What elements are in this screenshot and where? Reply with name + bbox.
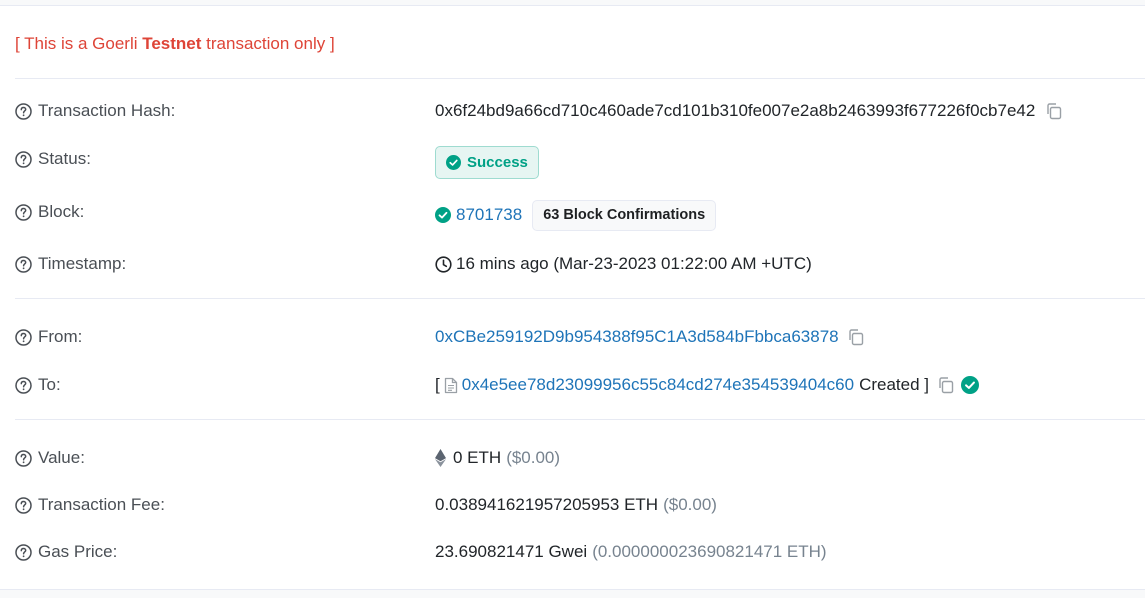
value-usd: ($0.00) <box>506 448 561 467</box>
question-circle-icon[interactable] <box>15 203 32 221</box>
row-value: Value: 0 ETH ($0.00) <box>15 443 1145 473</box>
transaction-hash-value: 0x6f24bd9a66cd710c460ade7cd101b310fe007e… <box>435 101 1036 120</box>
question-circle-icon[interactable] <box>15 102 32 120</box>
copy-icon[interactable] <box>1045 102 1063 120</box>
field-label: Block: <box>38 202 85 221</box>
question-circle-icon[interactable] <box>15 328 32 346</box>
ethereum-icon <box>435 449 446 467</box>
created-text: Created ] <box>859 375 929 394</box>
question-circle-icon[interactable] <box>15 449 32 467</box>
divider <box>15 78 1145 79</box>
to-contract-link[interactable]: 0x4e5ee78d23099956c55c84cd274e354539404c… <box>462 375 854 395</box>
row-transaction-fee: Transaction Fee: 0.038941621957205953 ET… <box>15 490 1145 520</box>
bracket-open: [ <box>435 375 440 394</box>
row-block: Block: 8701738 63 Block Confirmations <box>15 197 1145 231</box>
field-label: To: <box>38 375 61 394</box>
from-address-link[interactable]: 0xCBe259192D9b954388f95C1A3d584bFbbca638… <box>435 327 839 347</box>
timestamp-value: 16 mins ago (Mar-23-2023 01:22:00 AM +UT… <box>456 254 812 273</box>
notice-prefix: [ This is a Goerli <box>15 34 143 53</box>
status-badge: Success <box>435 145 539 179</box>
row-status: Status: Success <box>15 144 1145 179</box>
notice-suffix: transaction only ] <box>201 34 335 53</box>
value-amount: 0 ETH <box>453 448 502 467</box>
copy-icon[interactable] <box>847 328 865 346</box>
notice-bold: Testnet <box>142 34 202 53</box>
divider <box>15 419 1145 420</box>
field-label: Timestamp: <box>38 254 127 273</box>
gas-price-eth: (0.000000023690821471 ETH) <box>592 542 827 561</box>
check-circle-icon <box>435 207 451 223</box>
field-label: Transaction Hash: <box>38 101 176 120</box>
field-label: Transaction Fee: <box>38 495 165 514</box>
fee-usd: ($0.00) <box>663 495 717 514</box>
question-circle-icon[interactable] <box>15 150 32 168</box>
row-timestamp: Timestamp: 16 mins ago (Mar-23-2023 01:2… <box>15 249 1145 279</box>
row-gas-price: Gas Price: 23.690821471 Gwei (0.00000002… <box>15 537 1145 567</box>
field-label: Gas Price: <box>38 542 118 561</box>
transaction-details-card: [ This is a Goerli Testnet transaction o… <box>0 5 1145 590</box>
status-text: Success <box>467 153 528 171</box>
field-label: Value: <box>38 448 85 467</box>
copy-icon[interactable] <box>937 376 955 394</box>
row-to: To: [ 0x4e5ee78d23099956c55c84cd274e3545… <box>15 370 1145 400</box>
clock-icon <box>435 255 452 273</box>
question-circle-icon[interactable] <box>15 496 32 514</box>
question-circle-icon[interactable] <box>15 543 32 561</box>
field-label: Status: <box>38 149 91 168</box>
question-circle-icon[interactable] <box>15 376 32 394</box>
check-circle-icon <box>961 376 979 394</box>
testnet-notice: [ This is a Goerli Testnet transaction o… <box>15 34 335 54</box>
fee-amount: 0.038941621957205953 ETH <box>435 495 659 514</box>
check-circle-icon <box>446 154 461 170</box>
gas-price-gwei: 23.690821471 Gwei <box>435 542 588 561</box>
field-label: From: <box>38 327 83 346</box>
row-transaction-hash: Transaction Hash: 0x6f24bd9a66cd710c460a… <box>15 96 1145 126</box>
row-from: From: 0xCBe259192D9b954388f95C1A3d584bFb… <box>15 322 1145 352</box>
question-circle-icon[interactable] <box>15 255 32 273</box>
file-icon <box>444 377 458 394</box>
block-confirmations-badge: 63 Block Confirmations <box>532 199 717 231</box>
divider <box>15 298 1145 299</box>
block-number-link[interactable]: 8701738 <box>456 205 522 225</box>
